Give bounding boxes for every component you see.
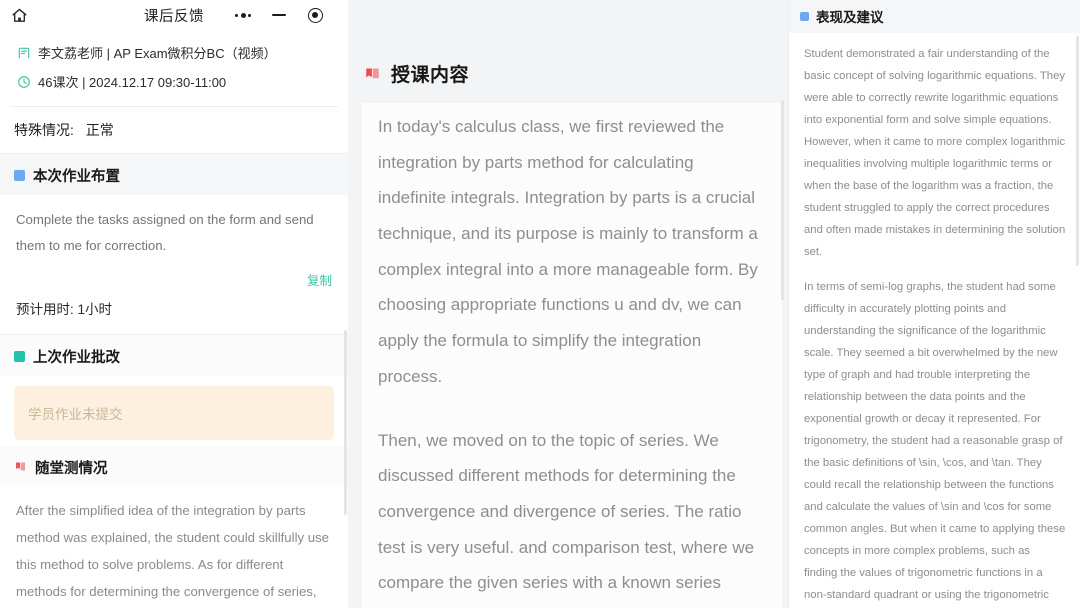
special-situation-row: 特殊情况: 正常 bbox=[0, 107, 348, 154]
copy-row: 复制 bbox=[0, 269, 348, 292]
teaching-section-header: 授课内容 bbox=[348, 60, 788, 103]
window-titlebar: 课后反馈 bbox=[0, 0, 348, 30]
homework-section-title: 本次作业布置 bbox=[33, 169, 120, 185]
circle-dot-icon[interactable] bbox=[304, 4, 326, 26]
homework-estimate: 预计用时: 1小时 bbox=[0, 291, 348, 335]
right-panel: 表现及建议 Student demonstrated a fair unders… bbox=[788, 0, 1080, 608]
clock-icon bbox=[16, 74, 31, 89]
left-panel: 课后反馈 李文荔老师 | AP Exam微积分BC（视频） 46课次 | 202… bbox=[0, 0, 348, 608]
blue-square-icon bbox=[14, 170, 25, 181]
performance-section-header: 表现及建议 bbox=[788, 0, 1080, 33]
special-situation-value: 正常 bbox=[85, 122, 114, 138]
red-book-icon bbox=[364, 66, 381, 81]
last-homework-section-header: 上次作业批改 bbox=[0, 334, 348, 376]
panel-divider bbox=[788, 0, 789, 608]
app-root: 课后反馈 李文荔老师 | AP Exam微积分BC（视频） 46课次 | 202… bbox=[0, 0, 1080, 608]
teacher-line: 李文荔老师 | AP Exam微积分BC（视频） bbox=[38, 46, 277, 61]
minimize-icon[interactable] bbox=[268, 4, 290, 26]
blue-square-icon bbox=[800, 11, 809, 21]
performance-body: Student demonstrated a fair understandin… bbox=[788, 33, 1080, 608]
homework-section-header: 本次作业布置 bbox=[0, 154, 348, 195]
teaching-paragraph: Then, we moved on to the topic of series… bbox=[378, 430, 755, 593]
lesson-meta: 李文荔老师 | AP Exam微积分BC（视频） 46课次 | 2024.12.… bbox=[10, 32, 338, 107]
quiz-body: After the simplified idea of the integra… bbox=[0, 486, 348, 608]
teaching-section-title: 授课内容 bbox=[391, 65, 470, 86]
schedule-row: 46课次 | 2024.12.17 09:30-11:00 bbox=[12, 67, 336, 96]
last-homework-section-title: 上次作业批改 bbox=[33, 349, 120, 366]
quiz-section-title: 随堂测情况 bbox=[35, 460, 108, 477]
more-dots-icon[interactable] bbox=[232, 4, 254, 26]
teaching-paragraph: In today's calculus class, we first revi… bbox=[378, 117, 758, 386]
homework-body: Complete the tasks assigned on the form … bbox=[0, 195, 348, 270]
performance-paragraph: Student demonstrated a fair understandin… bbox=[804, 48, 1066, 259]
window-controls bbox=[232, 4, 340, 26]
right-scrollbar[interactable] bbox=[1076, 36, 1079, 266]
copy-button[interactable]: 复制 bbox=[307, 274, 332, 288]
left-scrollbar[interactable] bbox=[344, 330, 347, 515]
special-situation-label: 特殊情况: bbox=[14, 122, 74, 138]
teal-square-icon bbox=[14, 350, 25, 362]
red-book-icon bbox=[14, 461, 27, 473]
teacher-row: 李文荔老师 | AP Exam微积分BC（视频） bbox=[12, 38, 336, 67]
performance-section-title: 表现及建议 bbox=[816, 10, 884, 25]
teacher-badge-icon bbox=[16, 45, 31, 60]
performance-paragraph: In terms of semi-log graphs, the student… bbox=[804, 281, 1066, 602]
last-homework-status: 学员作业未提交 bbox=[14, 385, 334, 440]
schedule-line: 46课次 | 2024.12.17 09:30-11:00 bbox=[38, 75, 227, 90]
home-icon[interactable] bbox=[6, 2, 32, 28]
teaching-content-card: In today's calculus class, we first revi… bbox=[362, 103, 782, 608]
center-panel: 授课内容 In today's calculus class, we first… bbox=[348, 0, 788, 608]
quiz-section-header: 随堂测情况 bbox=[0, 445, 348, 487]
center-scrollbar[interactable] bbox=[781, 100, 784, 300]
